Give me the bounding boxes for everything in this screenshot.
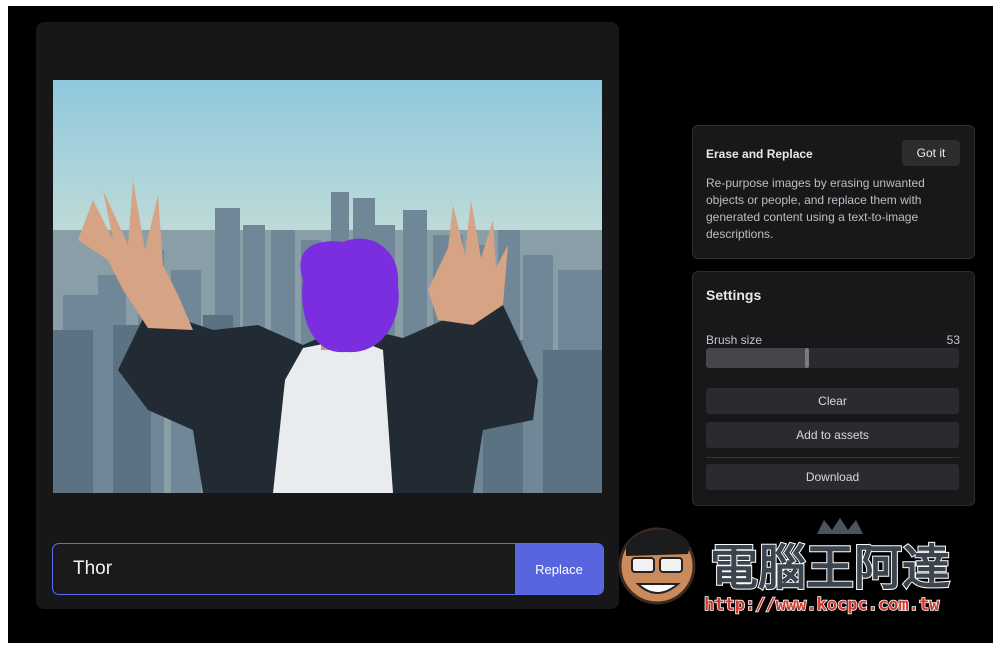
brush-size-label: Brush size: [706, 333, 763, 347]
city-photo: [53, 80, 602, 493]
editor-panel: Replace: [36, 22, 619, 609]
got-it-button[interactable]: Got it: [902, 140, 960, 166]
info-title: Erase and Replace: [706, 147, 813, 161]
brush-size-slider-thumb[interactable]: [805, 348, 810, 368]
download-button[interactable]: Download: [706, 464, 959, 490]
brush-size-value: 53: [946, 333, 960, 347]
add-to-assets-button[interactable]: Add to assets: [706, 422, 959, 448]
prompt-input[interactable]: [53, 544, 515, 594]
brush-size-slider[interactable]: [706, 348, 959, 368]
clear-button[interactable]: Clear: [706, 388, 959, 414]
photo-canvas[interactable]: [53, 80, 602, 493]
settings-title: Settings: [706, 287, 762, 303]
brush-size-slider-fill: [706, 348, 808, 368]
settings-divider: [706, 457, 959, 458]
svg-text:電腦王阿達: 電腦王阿達: [710, 540, 950, 596]
kocpc-logo: 電腦王阿達 http://www.kocpc.com.tw: [618, 518, 951, 616]
info-description: Re-purpose images by erasing unwanted ob…: [706, 176, 925, 241]
kocpc-watermark: 電腦王阿達 http://www.kocpc.com.tw: [612, 514, 972, 619]
app-window: Replace Erase and Replace Got it Re-purp…: [8, 6, 993, 643]
svg-text:http://www.kocpc.com.tw: http://www.kocpc.com.tw: [704, 595, 940, 615]
erase-replace-info-card: Erase and Replace Got it Re-purpose imag…: [692, 125, 975, 259]
prompt-bar: Replace: [52, 543, 604, 595]
settings-panel: Settings Brush size 53 Clear Add to asse…: [692, 271, 975, 506]
replace-button[interactable]: Replace: [515, 544, 603, 594]
